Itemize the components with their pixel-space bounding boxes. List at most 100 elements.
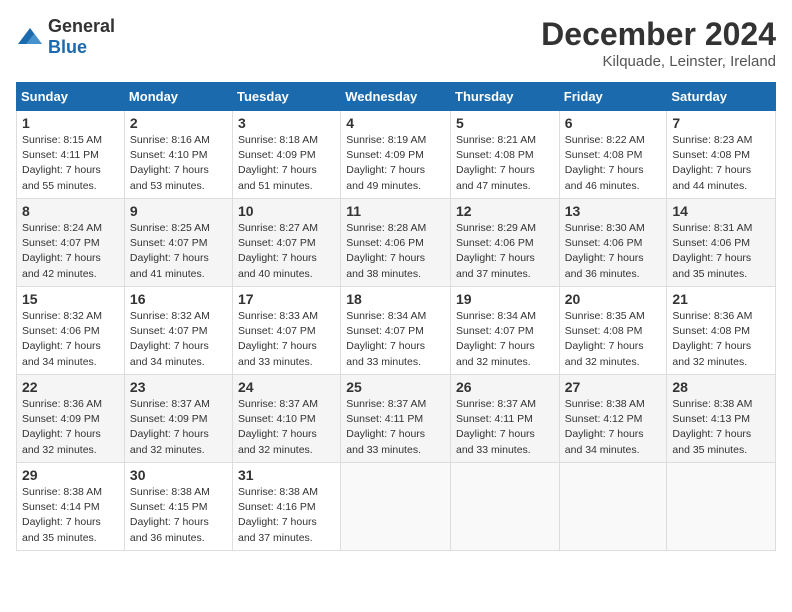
logo-blue: Blue bbox=[48, 37, 87, 57]
calendar-day-cell: 19 Sunrise: 8:34 AM Sunset: 4:07 PM Dayl… bbox=[451, 287, 560, 375]
calendar-day-cell: 9 Sunrise: 8:25 AM Sunset: 4:07 PM Dayli… bbox=[124, 199, 232, 287]
day-info: Sunrise: 8:35 AM Sunset: 4:08 PM Dayligh… bbox=[565, 309, 662, 370]
day-number: 11 bbox=[346, 203, 445, 219]
day-info: Sunrise: 8:18 AM Sunset: 4:09 PM Dayligh… bbox=[238, 133, 335, 194]
calendar-day-cell: 31 Sunrise: 8:38 AM Sunset: 4:16 PM Dayl… bbox=[233, 463, 341, 551]
day-info: Sunrise: 8:38 AM Sunset: 4:13 PM Dayligh… bbox=[672, 397, 770, 458]
day-number: 3 bbox=[238, 115, 335, 131]
calendar-day-cell: 15 Sunrise: 8:32 AM Sunset: 4:06 PM Dayl… bbox=[17, 287, 125, 375]
calendar-day-cell: 22 Sunrise: 8:36 AM Sunset: 4:09 PM Dayl… bbox=[17, 375, 125, 463]
day-number: 16 bbox=[130, 291, 227, 307]
day-number: 2 bbox=[130, 115, 227, 131]
logo: General Blue bbox=[16, 16, 115, 58]
day-number: 12 bbox=[456, 203, 554, 219]
day-info: Sunrise: 8:34 AM Sunset: 4:07 PM Dayligh… bbox=[346, 309, 445, 370]
calendar-day-cell: 21 Sunrise: 8:36 AM Sunset: 4:08 PM Dayl… bbox=[667, 287, 776, 375]
day-info: Sunrise: 8:16 AM Sunset: 4:10 PM Dayligh… bbox=[130, 133, 227, 194]
day-info: Sunrise: 8:34 AM Sunset: 4:07 PM Dayligh… bbox=[456, 309, 554, 370]
day-info: Sunrise: 8:37 AM Sunset: 4:10 PM Dayligh… bbox=[238, 397, 335, 458]
day-info: Sunrise: 8:32 AM Sunset: 4:07 PM Dayligh… bbox=[130, 309, 227, 370]
calendar-day-cell: 3 Sunrise: 8:18 AM Sunset: 4:09 PM Dayli… bbox=[233, 111, 341, 199]
weekday-header-row: SundayMondayTuesdayWednesdayThursdayFrid… bbox=[17, 83, 776, 111]
day-number: 1 bbox=[22, 115, 119, 131]
location-subtitle: Kilquade, Leinster, Ireland bbox=[541, 53, 776, 70]
day-number: 18 bbox=[346, 291, 445, 307]
day-info: Sunrise: 8:24 AM Sunset: 4:07 PM Dayligh… bbox=[22, 221, 119, 282]
weekday-header: Friday bbox=[559, 83, 667, 111]
calendar-day-cell: 5 Sunrise: 8:21 AM Sunset: 4:08 PM Dayli… bbox=[451, 111, 560, 199]
weekday-header: Thursday bbox=[451, 83, 560, 111]
logo-icon bbox=[16, 26, 44, 48]
calendar-day-cell: 12 Sunrise: 8:29 AM Sunset: 4:06 PM Dayl… bbox=[451, 199, 560, 287]
weekday-header: Monday bbox=[124, 83, 232, 111]
calendar-week-row: 22 Sunrise: 8:36 AM Sunset: 4:09 PM Dayl… bbox=[17, 375, 776, 463]
day-number: 10 bbox=[238, 203, 335, 219]
calendar-day-cell bbox=[667, 463, 776, 551]
day-number: 27 bbox=[565, 379, 662, 395]
calendar-day-cell: 4 Sunrise: 8:19 AM Sunset: 4:09 PM Dayli… bbox=[341, 111, 451, 199]
day-number: 17 bbox=[238, 291, 335, 307]
day-info: Sunrise: 8:23 AM Sunset: 4:08 PM Dayligh… bbox=[672, 133, 770, 194]
day-number: 30 bbox=[130, 467, 227, 483]
calendar-week-row: 8 Sunrise: 8:24 AM Sunset: 4:07 PM Dayli… bbox=[17, 199, 776, 287]
calendar-table: SundayMondayTuesdayWednesdayThursdayFrid… bbox=[16, 82, 776, 551]
day-number: 24 bbox=[238, 379, 335, 395]
day-info: Sunrise: 8:37 AM Sunset: 4:11 PM Dayligh… bbox=[456, 397, 554, 458]
weekday-header: Tuesday bbox=[233, 83, 341, 111]
calendar-day-cell: 14 Sunrise: 8:31 AM Sunset: 4:06 PM Dayl… bbox=[667, 199, 776, 287]
day-info: Sunrise: 8:38 AM Sunset: 4:16 PM Dayligh… bbox=[238, 485, 335, 546]
weekday-header: Saturday bbox=[667, 83, 776, 111]
calendar-day-cell bbox=[341, 463, 451, 551]
day-number: 23 bbox=[130, 379, 227, 395]
day-info: Sunrise: 8:36 AM Sunset: 4:08 PM Dayligh… bbox=[672, 309, 770, 370]
calendar-day-cell: 27 Sunrise: 8:38 AM Sunset: 4:12 PM Dayl… bbox=[559, 375, 667, 463]
day-number: 6 bbox=[565, 115, 662, 131]
day-number: 29 bbox=[22, 467, 119, 483]
day-info: Sunrise: 8:38 AM Sunset: 4:14 PM Dayligh… bbox=[22, 485, 119, 546]
calendar-day-cell: 1 Sunrise: 8:15 AM Sunset: 4:11 PM Dayli… bbox=[17, 111, 125, 199]
calendar-day-cell: 13 Sunrise: 8:30 AM Sunset: 4:06 PM Dayl… bbox=[559, 199, 667, 287]
day-number: 20 bbox=[565, 291, 662, 307]
day-number: 19 bbox=[456, 291, 554, 307]
day-number: 14 bbox=[672, 203, 770, 219]
weekday-header: Sunday bbox=[17, 83, 125, 111]
day-number: 9 bbox=[130, 203, 227, 219]
day-info: Sunrise: 8:33 AM Sunset: 4:07 PM Dayligh… bbox=[238, 309, 335, 370]
calendar-day-cell: 24 Sunrise: 8:37 AM Sunset: 4:10 PM Dayl… bbox=[233, 375, 341, 463]
calendar-day-cell: 17 Sunrise: 8:33 AM Sunset: 4:07 PM Dayl… bbox=[233, 287, 341, 375]
day-info: Sunrise: 8:28 AM Sunset: 4:06 PM Dayligh… bbox=[346, 221, 445, 282]
day-number: 7 bbox=[672, 115, 770, 131]
calendar-day-cell bbox=[559, 463, 667, 551]
day-number: 13 bbox=[565, 203, 662, 219]
day-number: 26 bbox=[456, 379, 554, 395]
calendar-day-cell: 2 Sunrise: 8:16 AM Sunset: 4:10 PM Dayli… bbox=[124, 111, 232, 199]
calendar-week-row: 1 Sunrise: 8:15 AM Sunset: 4:11 PM Dayli… bbox=[17, 111, 776, 199]
calendar-day-cell: 26 Sunrise: 8:37 AM Sunset: 4:11 PM Dayl… bbox=[451, 375, 560, 463]
calendar-day-cell bbox=[451, 463, 560, 551]
day-number: 21 bbox=[672, 291, 770, 307]
day-info: Sunrise: 8:38 AM Sunset: 4:12 PM Dayligh… bbox=[565, 397, 662, 458]
day-number: 31 bbox=[238, 467, 335, 483]
day-number: 5 bbox=[456, 115, 554, 131]
weekday-header: Wednesday bbox=[341, 83, 451, 111]
day-info: Sunrise: 8:36 AM Sunset: 4:09 PM Dayligh… bbox=[22, 397, 119, 458]
calendar-day-cell: 20 Sunrise: 8:35 AM Sunset: 4:08 PM Dayl… bbox=[559, 287, 667, 375]
day-number: 28 bbox=[672, 379, 770, 395]
calendar-day-cell: 11 Sunrise: 8:28 AM Sunset: 4:06 PM Dayl… bbox=[341, 199, 451, 287]
day-info: Sunrise: 8:21 AM Sunset: 4:08 PM Dayligh… bbox=[456, 133, 554, 194]
calendar-week-row: 15 Sunrise: 8:32 AM Sunset: 4:06 PM Dayl… bbox=[17, 287, 776, 375]
day-number: 22 bbox=[22, 379, 119, 395]
day-info: Sunrise: 8:15 AM Sunset: 4:11 PM Dayligh… bbox=[22, 133, 119, 194]
day-info: Sunrise: 8:30 AM Sunset: 4:06 PM Dayligh… bbox=[565, 221, 662, 282]
calendar-day-cell: 10 Sunrise: 8:27 AM Sunset: 4:07 PM Dayl… bbox=[233, 199, 341, 287]
day-info: Sunrise: 8:37 AM Sunset: 4:09 PM Dayligh… bbox=[130, 397, 227, 458]
calendar-day-cell: 29 Sunrise: 8:38 AM Sunset: 4:14 PM Dayl… bbox=[17, 463, 125, 551]
calendar-day-cell: 23 Sunrise: 8:37 AM Sunset: 4:09 PM Dayl… bbox=[124, 375, 232, 463]
calendar-day-cell: 18 Sunrise: 8:34 AM Sunset: 4:07 PM Dayl… bbox=[341, 287, 451, 375]
calendar-day-cell: 6 Sunrise: 8:22 AM Sunset: 4:08 PM Dayli… bbox=[559, 111, 667, 199]
day-info: Sunrise: 8:27 AM Sunset: 4:07 PM Dayligh… bbox=[238, 221, 335, 282]
calendar-day-cell: 8 Sunrise: 8:24 AM Sunset: 4:07 PM Dayli… bbox=[17, 199, 125, 287]
title-area: December 2024 Kilquade, Leinster, Irelan… bbox=[541, 16, 776, 70]
day-info: Sunrise: 8:31 AM Sunset: 4:06 PM Dayligh… bbox=[672, 221, 770, 282]
day-info: Sunrise: 8:29 AM Sunset: 4:06 PM Dayligh… bbox=[456, 221, 554, 282]
